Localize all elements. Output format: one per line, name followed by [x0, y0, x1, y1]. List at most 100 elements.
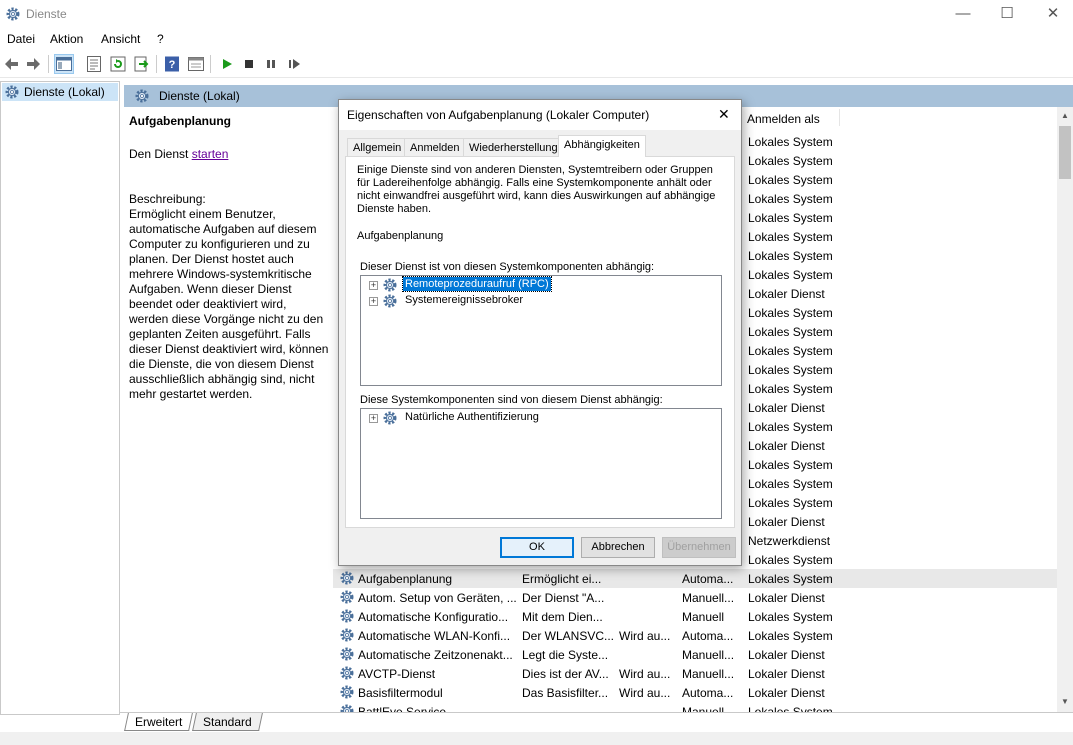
logon-cell: Lokaler Dienst: [748, 401, 825, 415]
service-startup-cell: Manuell...: [682, 667, 735, 681]
scroll-down-icon[interactable]: ▼: [1061, 697, 1069, 706]
start-service-link[interactable]: starten: [192, 147, 229, 161]
menu-help[interactable]: ?: [157, 32, 164, 46]
service-name-cell: Basisfiltermodul: [358, 686, 443, 700]
restart-service-icon[interactable]: [284, 54, 304, 74]
start-service-icon[interactable]: [217, 54, 237, 74]
service-icon: [339, 646, 355, 662]
service-row[interactable]: BattlEye Service Manuell Lokales System: [333, 702, 1057, 712]
dialog-close-button[interactable]: ✕: [718, 106, 730, 123]
ok-button[interactable]: OK: [500, 537, 574, 558]
logon-cell: Lokaler Dienst: [748, 667, 825, 681]
tab-standard[interactable]: Standard: [192, 713, 263, 731]
tree-node-label: Systemereignissebroker: [405, 294, 523, 306]
cancel-button[interactable]: Abbrechen: [581, 537, 655, 558]
logon-cell: Lokales System: [748, 458, 833, 472]
logon-cell: Lokales System: [748, 553, 833, 567]
logon-cell: Lokales System: [748, 496, 833, 510]
service-startup-cell: Automa...: [682, 629, 734, 643]
pause-service-icon[interactable]: [261, 54, 281, 74]
tab-erweitert[interactable]: Erweitert: [124, 713, 194, 731]
svg-text:?: ?: [169, 59, 176, 71]
toolbar-separator: [48, 55, 49, 73]
service-row[interactable]: Automatische WLAN-Konfi... Der WLANSVC...…: [333, 626, 1057, 645]
service-name-cell: Automatische WLAN-Konfi...: [358, 629, 511, 643]
close-button[interactable]: ✕: [1030, 0, 1073, 28]
service-row[interactable]: Autom. Setup von Geräten, ... Der Dienst …: [333, 588, 1057, 607]
back-icon[interactable]: [2, 54, 22, 74]
tab-anmelden[interactable]: Anmelden: [404, 138, 466, 157]
help-icon[interactable]: ?: [162, 54, 182, 74]
apply-button[interactable]: Übernehmen: [662, 537, 736, 558]
start-service-line: Den Dienst starten: [129, 147, 228, 161]
scrollbar-thumb[interactable]: [1059, 126, 1071, 179]
menu-ansicht[interactable]: Ansicht: [101, 32, 140, 46]
service-icon: [339, 589, 355, 605]
expand-icon[interactable]: +: [369, 297, 378, 306]
tab-allgemein[interactable]: Allgemein: [347, 138, 408, 157]
service-desc-cell: Der WLANSVC...: [522, 629, 614, 643]
service-icon: [339, 608, 355, 624]
minimize-button[interactable]: —: [940, 0, 986, 28]
scroll-up-icon[interactable]: ▲: [1061, 111, 1069, 120]
depends-on-tree[interactable]: + Remoteprozeduraufruf (RPC) + Systemere…: [360, 275, 722, 386]
service-startup-cell: Manuell: [682, 610, 725, 624]
tree-item-dienste-lokal[interactable]: Dienste (Lokal): [2, 83, 118, 101]
properties-icon[interactable]: [84, 54, 104, 74]
service-row[interactable]: Automatische Konfiguratio... Mit dem Dien…: [333, 607, 1057, 626]
service-startup-cell: Manuell: [682, 705, 725, 712]
list-scrollbar[interactable]: ▲ ▼: [1057, 107, 1073, 712]
service-name-cell: AVCTP-Dienst: [358, 667, 436, 681]
logon-cell: Lokales System: [748, 249, 833, 263]
tree-item-label: Dienste (Lokal): [24, 85, 105, 99]
description-label: Beschreibung:: [129, 192, 206, 206]
tab-wiederherstellung[interactable]: Wiederherstellung: [463, 138, 564, 157]
dialog-service-name: Aufgabenplanung: [357, 230, 444, 242]
dependents-tree[interactable]: + Natürliche Authentifizierung: [360, 408, 722, 519]
logon-cell: Lokales System: [748, 610, 833, 624]
service-row[interactable]: Aufgabenplanung Ermöglicht ei... Automa...…: [333, 569, 1057, 588]
column-header-logon[interactable]: Anmelden als: [747, 112, 820, 126]
maximize-button[interactable]: ☐: [984, 0, 1030, 28]
service-name-cell: Autom. Setup von Geräten, ...: [358, 591, 517, 605]
stop-service-icon[interactable]: [239, 54, 259, 74]
service-icon: [339, 665, 355, 681]
depends-on-label: Dieser Dienst ist von diesen Systemkompo…: [360, 261, 655, 273]
tab-abhaengigkeiten[interactable]: Abhängigkeiten: [558, 135, 646, 157]
service-desc-cell: Der Dienst "A...: [522, 591, 605, 605]
service-startup-cell: Manuell...: [682, 648, 735, 662]
logon-cell: Lokales System: [748, 230, 833, 244]
logon-cell: Lokales System: [748, 572, 833, 586]
tree-node-label: Natürliche Authentifizierung: [405, 411, 539, 423]
toolbar: ?: [0, 51, 1073, 78]
refresh-icon[interactable]: [108, 54, 128, 74]
service-row[interactable]: AVCTP-Dienst Dies ist der AV... Wird au...…: [333, 664, 1057, 683]
service-name-cell: Automatische Zeitzonenakt...: [358, 648, 513, 662]
toolbar-separator: [210, 55, 211, 73]
service-row[interactable]: Basisfiltermodul Das Basisfilter... Wird a…: [333, 683, 1057, 702]
service-name-cell: Aufgabenplanung: [358, 572, 453, 586]
menu-datei[interactable]: Datei: [7, 32, 35, 46]
service-row[interactable]: Automatische Zeitzonenakt... Legt die Sys…: [333, 645, 1057, 664]
start-prefix: Den Dienst: [129, 147, 192, 161]
services-app-icon: [5, 6, 21, 22]
status-bar: [0, 732, 1073, 745]
service-icon: [339, 627, 355, 643]
service-icon: [382, 277, 398, 293]
tab-erweitert-label: Erweitert: [135, 715, 183, 729]
dependencies-intro: Einige Dienste sind von anderen Diensten…: [357, 164, 716, 215]
service-status-cell: Wird au...: [619, 686, 671, 700]
logon-cell: Netzwerkdienst: [748, 534, 831, 548]
console-tree-icon[interactable]: [54, 54, 74, 74]
expand-icon[interactable]: +: [369, 414, 378, 423]
service-name-cell: BattlEye Service: [358, 705, 447, 712]
dependents-label: Diese Systemkomponenten sind von diesem …: [360, 394, 663, 406]
menu-aktion[interactable]: Aktion: [50, 32, 83, 46]
expand-icon[interactable]: +: [369, 281, 378, 290]
logon-cell: Lokales System: [748, 211, 833, 225]
view-icon[interactable]: [186, 54, 206, 74]
forward-icon[interactable]: [23, 54, 43, 74]
export-icon[interactable]: [132, 54, 152, 74]
service-desc-cell: Dies ist der AV...: [522, 667, 609, 681]
selected-service-name: Aufgabenplanung: [129, 114, 231, 128]
